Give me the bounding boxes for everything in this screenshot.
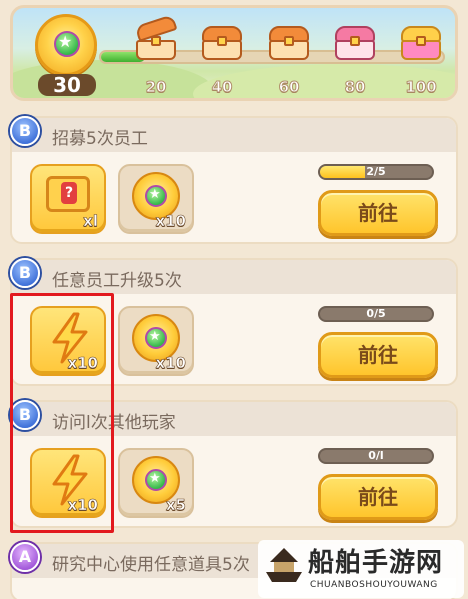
milestone-label: 80 <box>344 78 366 97</box>
reward-slot[interactable]: x10 <box>30 306 106 376</box>
reward-quantity: x10 <box>155 212 186 231</box>
milestone-label: 20 <box>145 78 167 97</box>
task-title: 访问l次其他玩家 <box>52 413 176 433</box>
go-button[interactable]: 前往 <box>318 332 438 378</box>
task-progress-text: 0/l <box>368 449 384 462</box>
task-card: B 任意员工升级5次 x10 ★ x10 0/5 前往 <box>10 258 458 386</box>
task-panel: ★ 30 20 40 60 80 100 B 招募5次员工 ? xl ★ x10… <box>0 0 468 599</box>
go-button[interactable]: 前往 <box>318 190 438 236</box>
task-progress-bar: 0/l <box>318 448 434 464</box>
task-progress-text: 2/5 <box>366 165 386 178</box>
grade-b-badge-icon: B <box>10 116 40 146</box>
reward-quantity: x10 <box>67 354 98 373</box>
activity-progress-banner: ★ 30 20 40 60 80 100 <box>10 5 458 101</box>
task-progress-bar: 2/5 <box>318 164 434 180</box>
chest-80-icon[interactable] <box>333 22 377 62</box>
grade-a-badge-icon: A <box>10 542 40 572</box>
task-card: B 招募5次员工 ? xl ★ x10 2/5 前往 <box>10 116 458 244</box>
grade-b-badge-icon: B <box>10 400 40 430</box>
reward-quantity: xl <box>83 212 98 231</box>
ship-logo-icon <box>266 548 302 582</box>
reward-quantity: x10 <box>155 354 186 373</box>
task-progress-text: 0/5 <box>366 307 386 320</box>
reward-slot[interactable]: x10 <box>30 448 106 518</box>
chest-60-icon[interactable] <box>267 22 311 62</box>
activity-points: 30 <box>38 74 96 96</box>
reward-slot[interactable]: ★ x5 <box>118 448 194 518</box>
reward-slot[interactable]: ★ x10 <box>118 306 194 376</box>
reward-quantity: x5 <box>165 496 187 515</box>
ticket-icon: ? <box>46 176 90 212</box>
reward-slot[interactable]: ? xl <box>30 164 106 234</box>
star-icon: ★ <box>58 32 73 51</box>
watermark: 船舶手游网 CHUANBOSHOUYOUWANG <box>258 540 464 598</box>
watermark-subtitle: CHUANBOSHOUYOUWANG <box>310 580 438 590</box>
milestone-label: 60 <box>278 78 300 97</box>
go-button[interactable]: 前往 <box>318 474 438 520</box>
task-title: 研究中心使用任意道具5次 <box>52 555 250 575</box>
grade-b-badge-icon: B <box>10 258 40 288</box>
task-title: 招募5次员工 <box>52 129 148 149</box>
milestone-label: 40 <box>211 78 233 97</box>
activity-medal-icon: ★ <box>35 14 97 76</box>
task-card: B 访问l次其他玩家 x10 ★ x5 0/l 前往 <box>10 400 458 528</box>
task-progress-bar: 0/5 <box>318 306 434 322</box>
watermark-title: 船舶手游网 <box>308 548 444 578</box>
chest-40-icon[interactable] <box>200 22 244 62</box>
task-title: 任意员工升级5次 <box>52 271 182 291</box>
chest-20-icon[interactable] <box>134 14 178 62</box>
reward-slot[interactable]: ★ x10 <box>118 164 194 234</box>
milestone-label: 100 <box>405 78 437 97</box>
reward-quantity: x10 <box>67 496 98 515</box>
chest-100-icon[interactable] <box>399 22 443 62</box>
